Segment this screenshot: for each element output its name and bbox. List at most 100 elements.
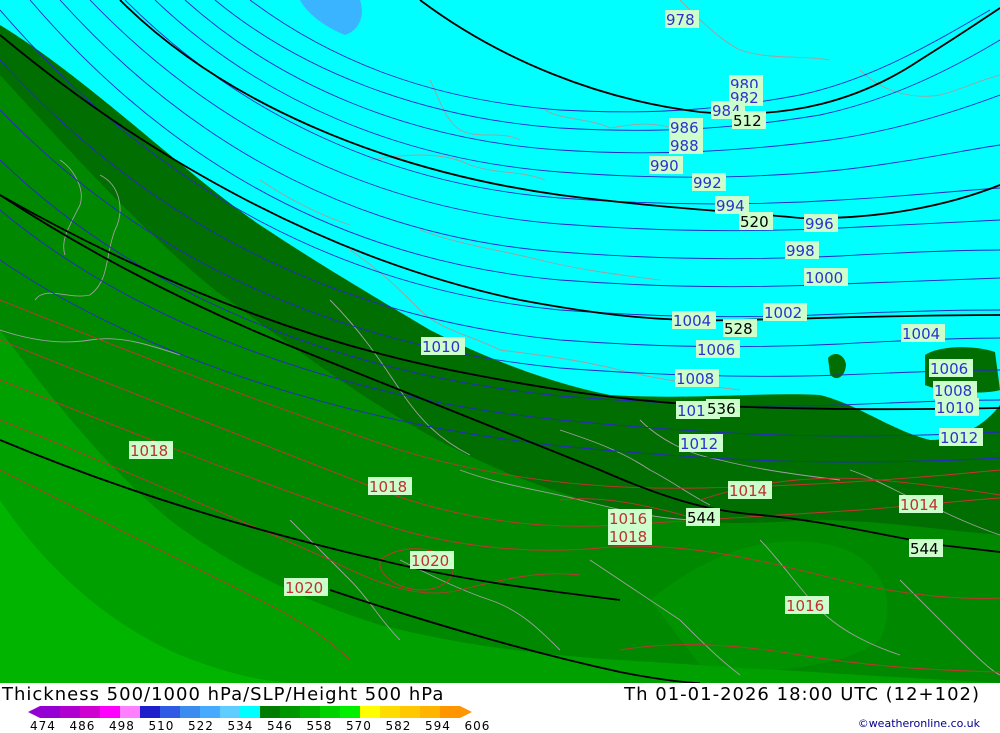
slp-label: 1004 [901,324,945,343]
svg-text:544: 544 [687,509,716,527]
svg-text:992: 992 [693,174,722,192]
svg-text:520: 520 [740,213,769,231]
svg-text:988: 988 [670,137,699,155]
scale-swatch [220,706,240,718]
scale-arrow-high [460,706,472,718]
svg-text:978: 978 [666,11,695,29]
scale-swatch [440,706,460,718]
svg-text:1008: 1008 [934,382,972,400]
scale-swatch [300,706,320,718]
svg-text:1020: 1020 [411,552,449,570]
height-label: 536 [706,399,740,418]
valid-time: Th 01-01-2026 18:00 UTC (12+102) [624,684,980,705]
slp-label: 1010 [935,398,979,417]
svg-text:512: 512 [733,112,762,130]
scale-swatch [180,706,200,718]
slp-label: 1008 [675,369,719,388]
slp-label: 1014 [899,495,943,514]
height-label: 528 [723,319,757,338]
credit-text: ©weatheronline.co.uk [857,717,980,730]
svg-text:1000: 1000 [805,269,843,287]
svg-text:996: 996 [805,215,834,233]
slp-label: 1012 [939,428,983,447]
slp-label: 1020 [410,551,454,570]
height-label: 544 [909,539,943,558]
slp-label: 1006 [696,340,740,359]
slp-label: 1018 [368,477,412,496]
svg-text:998: 998 [786,242,815,260]
scale-tick-label: 486 [69,719,96,733]
svg-text:1012: 1012 [940,429,978,447]
scale-arrow-low [28,706,40,718]
slp-label: 1016 [608,509,652,528]
svg-text:1004: 1004 [902,325,940,343]
slp-label: 988 [669,136,703,155]
slp-label: 1002 [763,303,807,322]
scale-tick-label: 546 [267,719,293,733]
slp-label: 1004 [672,311,716,330]
svg-text:1014: 1014 [729,482,767,500]
scale-swatch [360,706,380,718]
scale-swatch [40,706,60,718]
slp-label: 1018 [129,441,173,460]
slp-label: 1012 [679,434,723,453]
scale-tick-label: 534 [227,719,254,733]
scale-tick-label: 570 [346,719,372,733]
svg-text:1016: 1016 [609,510,647,528]
slp-label: 996 [804,214,838,233]
slp-label: 998 [785,241,819,260]
svg-text:1014: 1014 [900,496,938,514]
svg-text:1018: 1018 [130,442,168,460]
svg-text:536: 536 [707,400,736,418]
slp-label: 986 [669,118,703,137]
scale-tick-label: 594 [425,719,451,733]
svg-text:1008: 1008 [676,370,714,388]
scale-tick-label: 498 [109,719,135,733]
scale-swatch [100,706,120,718]
scale-swatch [380,706,400,718]
scale-swatch [240,706,260,718]
scale-swatch [260,706,280,718]
height-label: 544 [686,508,720,527]
slp-label: 1010 [421,337,465,356]
scale-swatch [80,706,100,718]
scale-tick-label: 474 [30,719,56,733]
color-scale-ticks: 474 486 498 510 522 534 546 558 570 582 594 606 [30,719,510,733]
slp-label: 1018 [608,527,652,546]
slp-label: 1016 [785,596,829,615]
scale-swatch [60,706,80,718]
svg-text:528: 528 [724,320,753,338]
svg-text:1006: 1006 [697,341,735,359]
svg-text:1010: 1010 [936,399,974,417]
scale-tick-label: 510 [148,719,175,733]
svg-text:1020: 1020 [285,579,323,597]
scale-tick-label: 522 [188,719,214,733]
slp-label: 1000 [804,268,848,287]
height-label: 520 [739,212,773,231]
svg-text:990: 990 [650,157,679,175]
slp-label: 1006 [929,359,973,378]
weather-map: 978 980 982 984 986 988 990 992 994 996 … [0,0,1000,683]
svg-text:1006: 1006 [930,360,968,378]
svg-text:1018: 1018 [369,478,407,496]
scale-swatch [340,706,360,718]
scale-swatch [320,706,340,718]
scale-tick-label: 582 [385,719,412,733]
scale-swatch [160,706,180,718]
scale-swatch [140,706,160,718]
slp-label: 1020 [284,578,328,597]
slp-label: 978 [665,10,699,29]
color-scale-bar [28,706,472,718]
slp-label: 992 [692,173,726,192]
svg-text:1012: 1012 [680,435,718,453]
svg-text:1016: 1016 [786,597,824,615]
scale-swatch [200,706,220,718]
scale-tick-label: 606 [464,719,491,733]
scale-tick-label: 558 [306,719,333,733]
svg-text:1010: 1010 [422,338,460,356]
svg-text:1018: 1018 [609,528,647,546]
svg-text:544: 544 [910,540,939,558]
map-footer: Thickness 500/1000 hPa/SLP/Height 500 hP… [0,683,1000,733]
scale-swatch [400,706,420,718]
scale-swatch [420,706,440,718]
